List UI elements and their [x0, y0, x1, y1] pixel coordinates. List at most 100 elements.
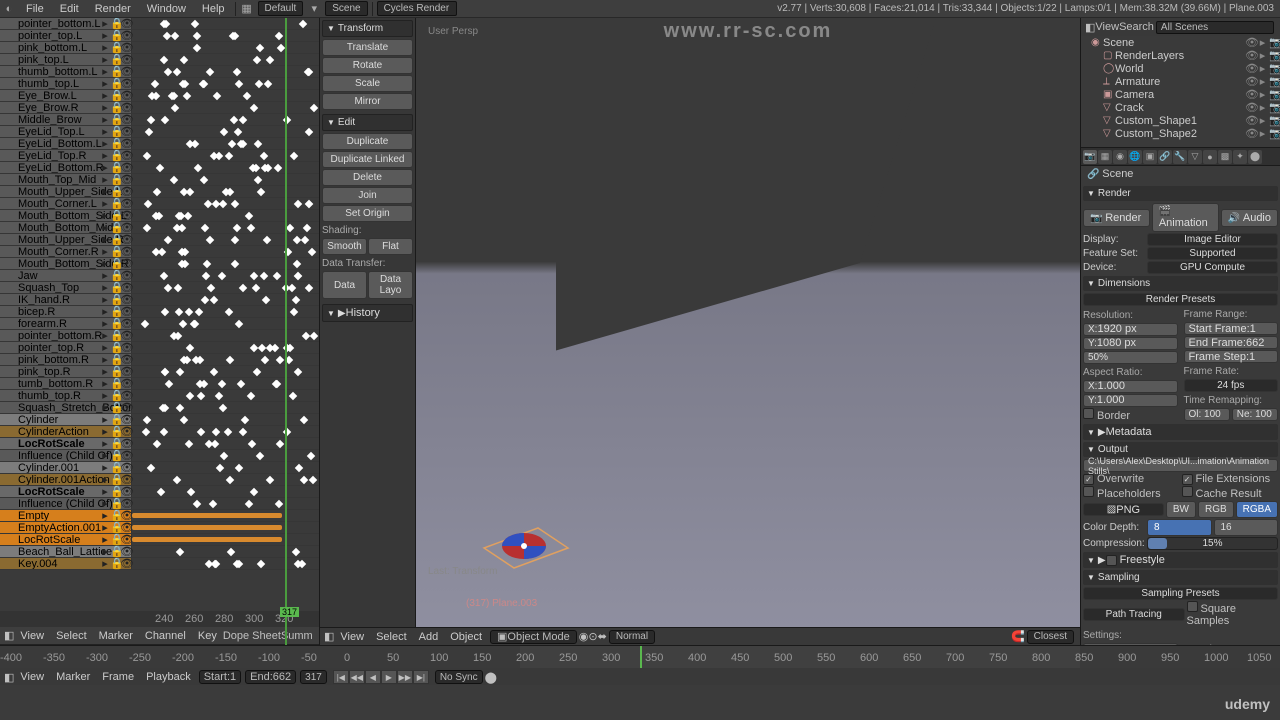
keyframe-track[interactable]: [132, 342, 319, 353]
dope-menu-channel[interactable]: Channel: [139, 630, 192, 642]
physics-tab[interactable]: ⬤: [1248, 150, 1262, 164]
channel-row[interactable]: Beach_Ball_Lattice▸🔒👁: [0, 546, 319, 558]
keyframe-track[interactable]: [132, 222, 319, 233]
eye-icon[interactable]: 👁: [1245, 36, 1256, 49]
channel-row[interactable]: Mouth_Upper_Side.L▸🔒👁: [0, 186, 319, 198]
outliner-item[interactable]: ⟂Armature👁▸📷: [1081, 75, 1280, 88]
depth16-button[interactable]: 16: [1214, 519, 1279, 536]
channel-row[interactable]: Mouth_Bottom_Side.R▸🔒👁: [0, 258, 319, 270]
channel-row[interactable]: Eye_Brow.L▸🔒👁: [0, 90, 319, 102]
res-y-field[interactable]: Y: 1080 px: [1083, 337, 1178, 350]
timeline-ruler[interactable]: -400-350-300-250-200-150-100-50050100150…: [0, 646, 1280, 668]
channel-row[interactable]: LocRotScale▸🔒👁: [0, 534, 319, 546]
keyframe-track[interactable]: [132, 270, 319, 281]
channel-row[interactable]: pointer_bottom.L▸🔒👁: [0, 18, 319, 30]
menu-render[interactable]: Render: [87, 3, 139, 15]
render-icon[interactable]: 📷: [1269, 101, 1280, 114]
render-icon[interactable]: 📷: [1269, 36, 1280, 49]
channel-row[interactable]: Mouth_Bottom_Side.L▸🔒👁: [0, 210, 319, 222]
keyframe-track[interactable]: [132, 78, 319, 89]
join-button[interactable]: Join: [322, 187, 413, 204]
keyframe-track[interactable]: [132, 162, 319, 173]
feature-set-selector[interactable]: Supported: [1147, 247, 1278, 260]
eye-icon[interactable]: 👁: [1245, 127, 1256, 140]
cursor-icon[interactable]: ▸: [1257, 114, 1268, 127]
eye-icon[interactable]: 👁: [1245, 49, 1256, 62]
jump-start-button[interactable]: |◀: [333, 670, 349, 684]
dope-menu-marker[interactable]: Marker: [93, 630, 139, 642]
keyframe-track[interactable]: [132, 534, 319, 545]
keyframe-track[interactable]: [132, 486, 319, 497]
editor-type-icon[interactable]: ◧: [1085, 21, 1095, 34]
compression-slider[interactable]: 15%: [1147, 537, 1278, 550]
channel-row[interactable]: EyeLid_Top.L▸🔒👁: [0, 126, 319, 138]
depth8-button[interactable]: 8: [1147, 519, 1212, 536]
render-icon[interactable]: 📷: [1269, 114, 1280, 127]
keyframe-track[interactable]: [132, 246, 319, 257]
render-icon[interactable]: 📷: [1269, 127, 1280, 140]
keyframe-track[interactable]: [132, 462, 319, 473]
translate-button[interactable]: Translate: [322, 39, 413, 56]
keyframe-track[interactable]: [132, 498, 319, 509]
display-selector[interactable]: Image Editor: [1147, 233, 1278, 246]
aspect-y-field[interactable]: Y: 1.000: [1083, 394, 1178, 407]
duplicate-button[interactable]: Duplicate: [322, 133, 413, 150]
dope-menu-view[interactable]: View: [14, 630, 50, 642]
keyframe-track[interactable]: [132, 474, 319, 485]
menu-edit[interactable]: Edit: [52, 3, 87, 15]
channel-row[interactable]: EyeLid_Top.R▸🔒👁: [0, 150, 319, 162]
keyframe-track[interactable]: [132, 294, 319, 305]
square-samples-checkbox[interactable]: [1187, 601, 1198, 612]
keyframe-track[interactable]: [132, 138, 319, 149]
channel-row[interactable]: Middle_Brow▸🔒👁: [0, 114, 319, 126]
3d-viewport[interactable]: User Persp www.rr-sc.com Last: Transform…: [416, 18, 1080, 627]
outliner-menu-view[interactable]: View: [1095, 21, 1119, 33]
mirror-button[interactable]: Mirror: [322, 93, 413, 110]
keyframe-track[interactable]: [132, 546, 319, 557]
render-icon[interactable]: 📷: [1269, 88, 1280, 101]
keyframe-track[interactable]: [132, 198, 319, 209]
keyframe-track[interactable]: [132, 102, 319, 113]
channel-row[interactable]: Influence (Child Of)▸🔒👁: [0, 450, 319, 462]
render-icon[interactable]: 📷: [1269, 62, 1280, 75]
scene-selector[interactable]: Scene: [325, 1, 367, 16]
channel-row[interactable]: Squash_Top▸🔒👁: [0, 282, 319, 294]
keyframe-track[interactable]: [132, 318, 319, 329]
output-path-field[interactable]: C:\Users\Alex\Desktop\UI...imation\Anima…: [1083, 459, 1278, 472]
remap-new-field[interactable]: Ne: 100: [1232, 408, 1278, 421]
keyframe-track[interactable]: [132, 306, 319, 317]
keyframe-track[interactable]: [132, 330, 319, 341]
keyframe-track[interactable]: [132, 90, 319, 101]
channel-row[interactable]: IK_hand.R▸🔒👁: [0, 294, 319, 306]
channel-row[interactable]: tumb_bottom.R▸🔒👁: [0, 378, 319, 390]
keyframe-track[interactable]: [132, 414, 319, 425]
keyframe-track[interactable]: [132, 282, 319, 293]
channel-row[interactable]: Empty▸🔒👁: [0, 510, 319, 522]
bw-button[interactable]: BW: [1166, 501, 1196, 518]
transform-orientation[interactable]: Normal: [609, 630, 655, 644]
border-checkbox[interactable]: [1083, 408, 1094, 419]
keyframe-track[interactable]: [132, 390, 319, 401]
world-tab[interactable]: 🌐: [1128, 150, 1142, 164]
dope-mode-selector[interactable]: Dope Sheet: [223, 630, 281, 642]
channel-row[interactable]: thumb_top.R▸🔒👁: [0, 390, 319, 402]
keyframe-track[interactable]: [132, 402, 319, 413]
channel-row[interactable]: Jaw▸🔒👁: [0, 270, 319, 282]
sampling-presets-selector[interactable]: Sampling Presets: [1083, 587, 1278, 600]
channel-row[interactable]: CylinderAction▸🔒👁: [0, 426, 319, 438]
eye-icon[interactable]: 👁: [1245, 75, 1256, 88]
outliner-menu-search[interactable]: Search: [1119, 21, 1154, 33]
res-percent-field[interactable]: 50%: [1083, 351, 1178, 364]
keyframe-track[interactable]: [132, 450, 319, 461]
eye-icon[interactable]: 👁: [1245, 88, 1256, 101]
keyframe-track[interactable]: [132, 354, 319, 365]
overwrite-checkbox[interactable]: [1083, 474, 1094, 485]
flat-button[interactable]: Flat: [368, 238, 413, 255]
tl-menu-frame[interactable]: Frame: [96, 671, 140, 683]
keyframe-track[interactable]: [132, 66, 319, 77]
tl-menu-view[interactable]: View: [14, 671, 50, 683]
keyframe-track[interactable]: [132, 126, 319, 137]
channel-row[interactable]: pointer_bottom.R▸🔒👁: [0, 330, 319, 342]
render-tab[interactable]: 📷: [1083, 150, 1097, 164]
frame-step-field[interactable]: Frame Step: 1: [1184, 350, 1279, 363]
